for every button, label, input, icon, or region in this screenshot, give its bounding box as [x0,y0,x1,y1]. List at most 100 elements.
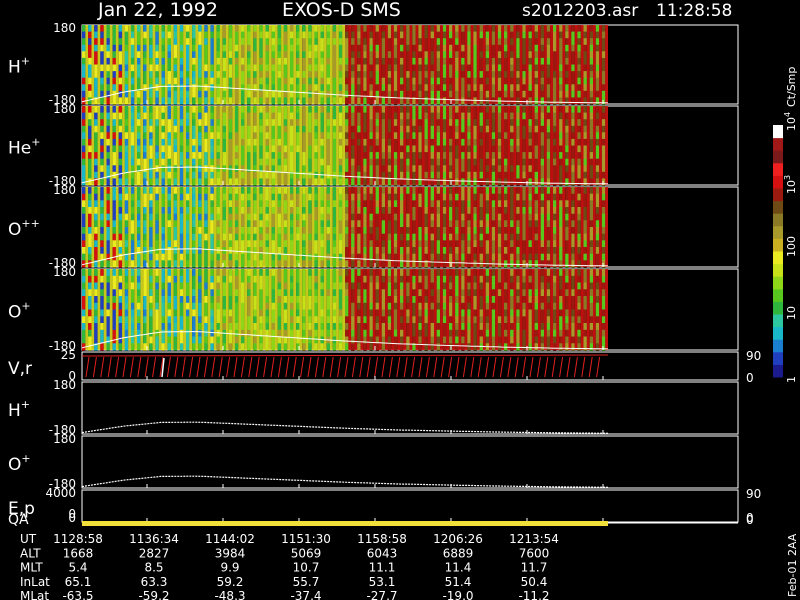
spectrum-cell [467,138,471,146]
spectrum-cell [577,119,581,127]
spectrum-cell [430,275,434,284]
spectrum-cell [387,90,392,98]
spectrum-cell [186,84,190,92]
spectrum-cell [467,316,471,324]
orbit-value: -63.5 [62,589,93,600]
spectrum-cell [412,227,416,235]
spectrum-cell [375,269,379,277]
spectrum-cell [345,57,349,65]
spectrum-cell [326,77,331,85]
y-tick-top: 4000 [45,486,76,500]
spectrum-cell [473,207,477,215]
spectrum-cell [106,240,110,248]
spectrum-cell [241,275,245,284]
spectrum-cell [228,106,233,114]
spectrum-stripe [311,25,315,104]
spectrum-cell [522,253,526,261]
spectrum-cell [363,282,367,290]
spectrum-cell [222,275,227,284]
spectrum-cell [106,227,110,235]
spectrum-cell [351,119,355,127]
spectrum-stripe [391,187,394,267]
spectrum-cell [491,227,496,235]
spectrum-cell [173,64,178,72]
spectrum-cell [516,187,520,195]
spectrum-cell [387,343,392,351]
velocity-vector [100,356,105,378]
spectrum-cell [210,77,214,85]
spectrum-cell [130,31,135,39]
spectrum-cell [130,200,135,208]
spectrum-cell [192,323,196,331]
spectrum-cell [571,282,575,290]
spectrum-cell [302,57,306,65]
spectrum-stripe [281,269,284,350]
spectrum-cell [400,165,404,173]
spectrum-cell [546,90,551,98]
spectrum-cell [179,240,184,248]
spectrum-cell [369,282,373,290]
spectrum-cell [228,296,233,304]
spectrum-cell [118,106,123,114]
spectrum-cell [583,125,587,133]
spectrum-cell [253,207,257,215]
spectrum-cell [601,220,606,228]
spectrum-cell [497,44,502,52]
spectrum-cell [228,343,233,351]
spectrum-cell [332,84,337,92]
spectrum-cell [198,31,202,39]
spectrum-cell [137,119,141,127]
spectrum-stripe [177,25,180,104]
spectrum-cell [173,132,178,140]
spectrum-cell [455,275,459,284]
spectrum-cell [112,213,116,221]
spectrum-cell [326,132,331,140]
spectrum-cell [332,57,337,65]
spectrum-cell [253,336,257,344]
spectrum-cell [381,213,386,221]
spectrum-cell [400,220,404,228]
velocity-vector [477,356,482,378]
spectrum-cell [265,145,269,153]
spectrum-cell [290,227,294,235]
spectrum-cell [179,309,184,317]
spectrum-cell [241,289,245,297]
spectrum-cell [259,158,263,166]
spectrum-cell [540,213,545,221]
spectrum-cell [173,269,178,277]
spectrum-cell [283,329,288,338]
spectrum-cell [461,233,465,241]
spectrum-cell [186,145,190,153]
spectrum-cell [82,275,86,284]
spectrum-stripe [305,25,309,104]
spectrum-cell [345,316,349,324]
spectrum-cell [510,247,514,255]
spectrum-cell [583,260,587,268]
spectrum-cell [143,329,147,338]
spectrum-stripe [177,187,180,267]
spectrum-cell [137,253,141,261]
spectrum-cell [149,138,153,146]
spectrum-cell [461,316,465,324]
spectrum-cell [173,84,178,92]
spectrum-stripe [275,106,278,185]
spectrum-cell [149,282,153,290]
spectrum-cell [130,269,135,277]
spectrum-cell [442,247,447,255]
colorbar-swatch [773,263,783,277]
spectrum-cell [516,152,520,160]
spectrum-stripe [97,106,101,185]
spectrum-cell [516,289,520,297]
spectrum-cell [516,200,520,208]
spectrum-cell [369,207,373,215]
spectrum-cell [259,38,263,46]
spectrum-cell [277,138,282,146]
spectrum-cell [161,145,165,153]
spectrum-cell [601,25,606,33]
spectrum-cell [173,165,178,173]
spectrum-cell [302,38,306,46]
spectrum-cell [130,171,135,179]
spectrum-cell [528,158,532,166]
spectrum-cell [216,178,220,186]
spectrum-cell [179,227,184,235]
